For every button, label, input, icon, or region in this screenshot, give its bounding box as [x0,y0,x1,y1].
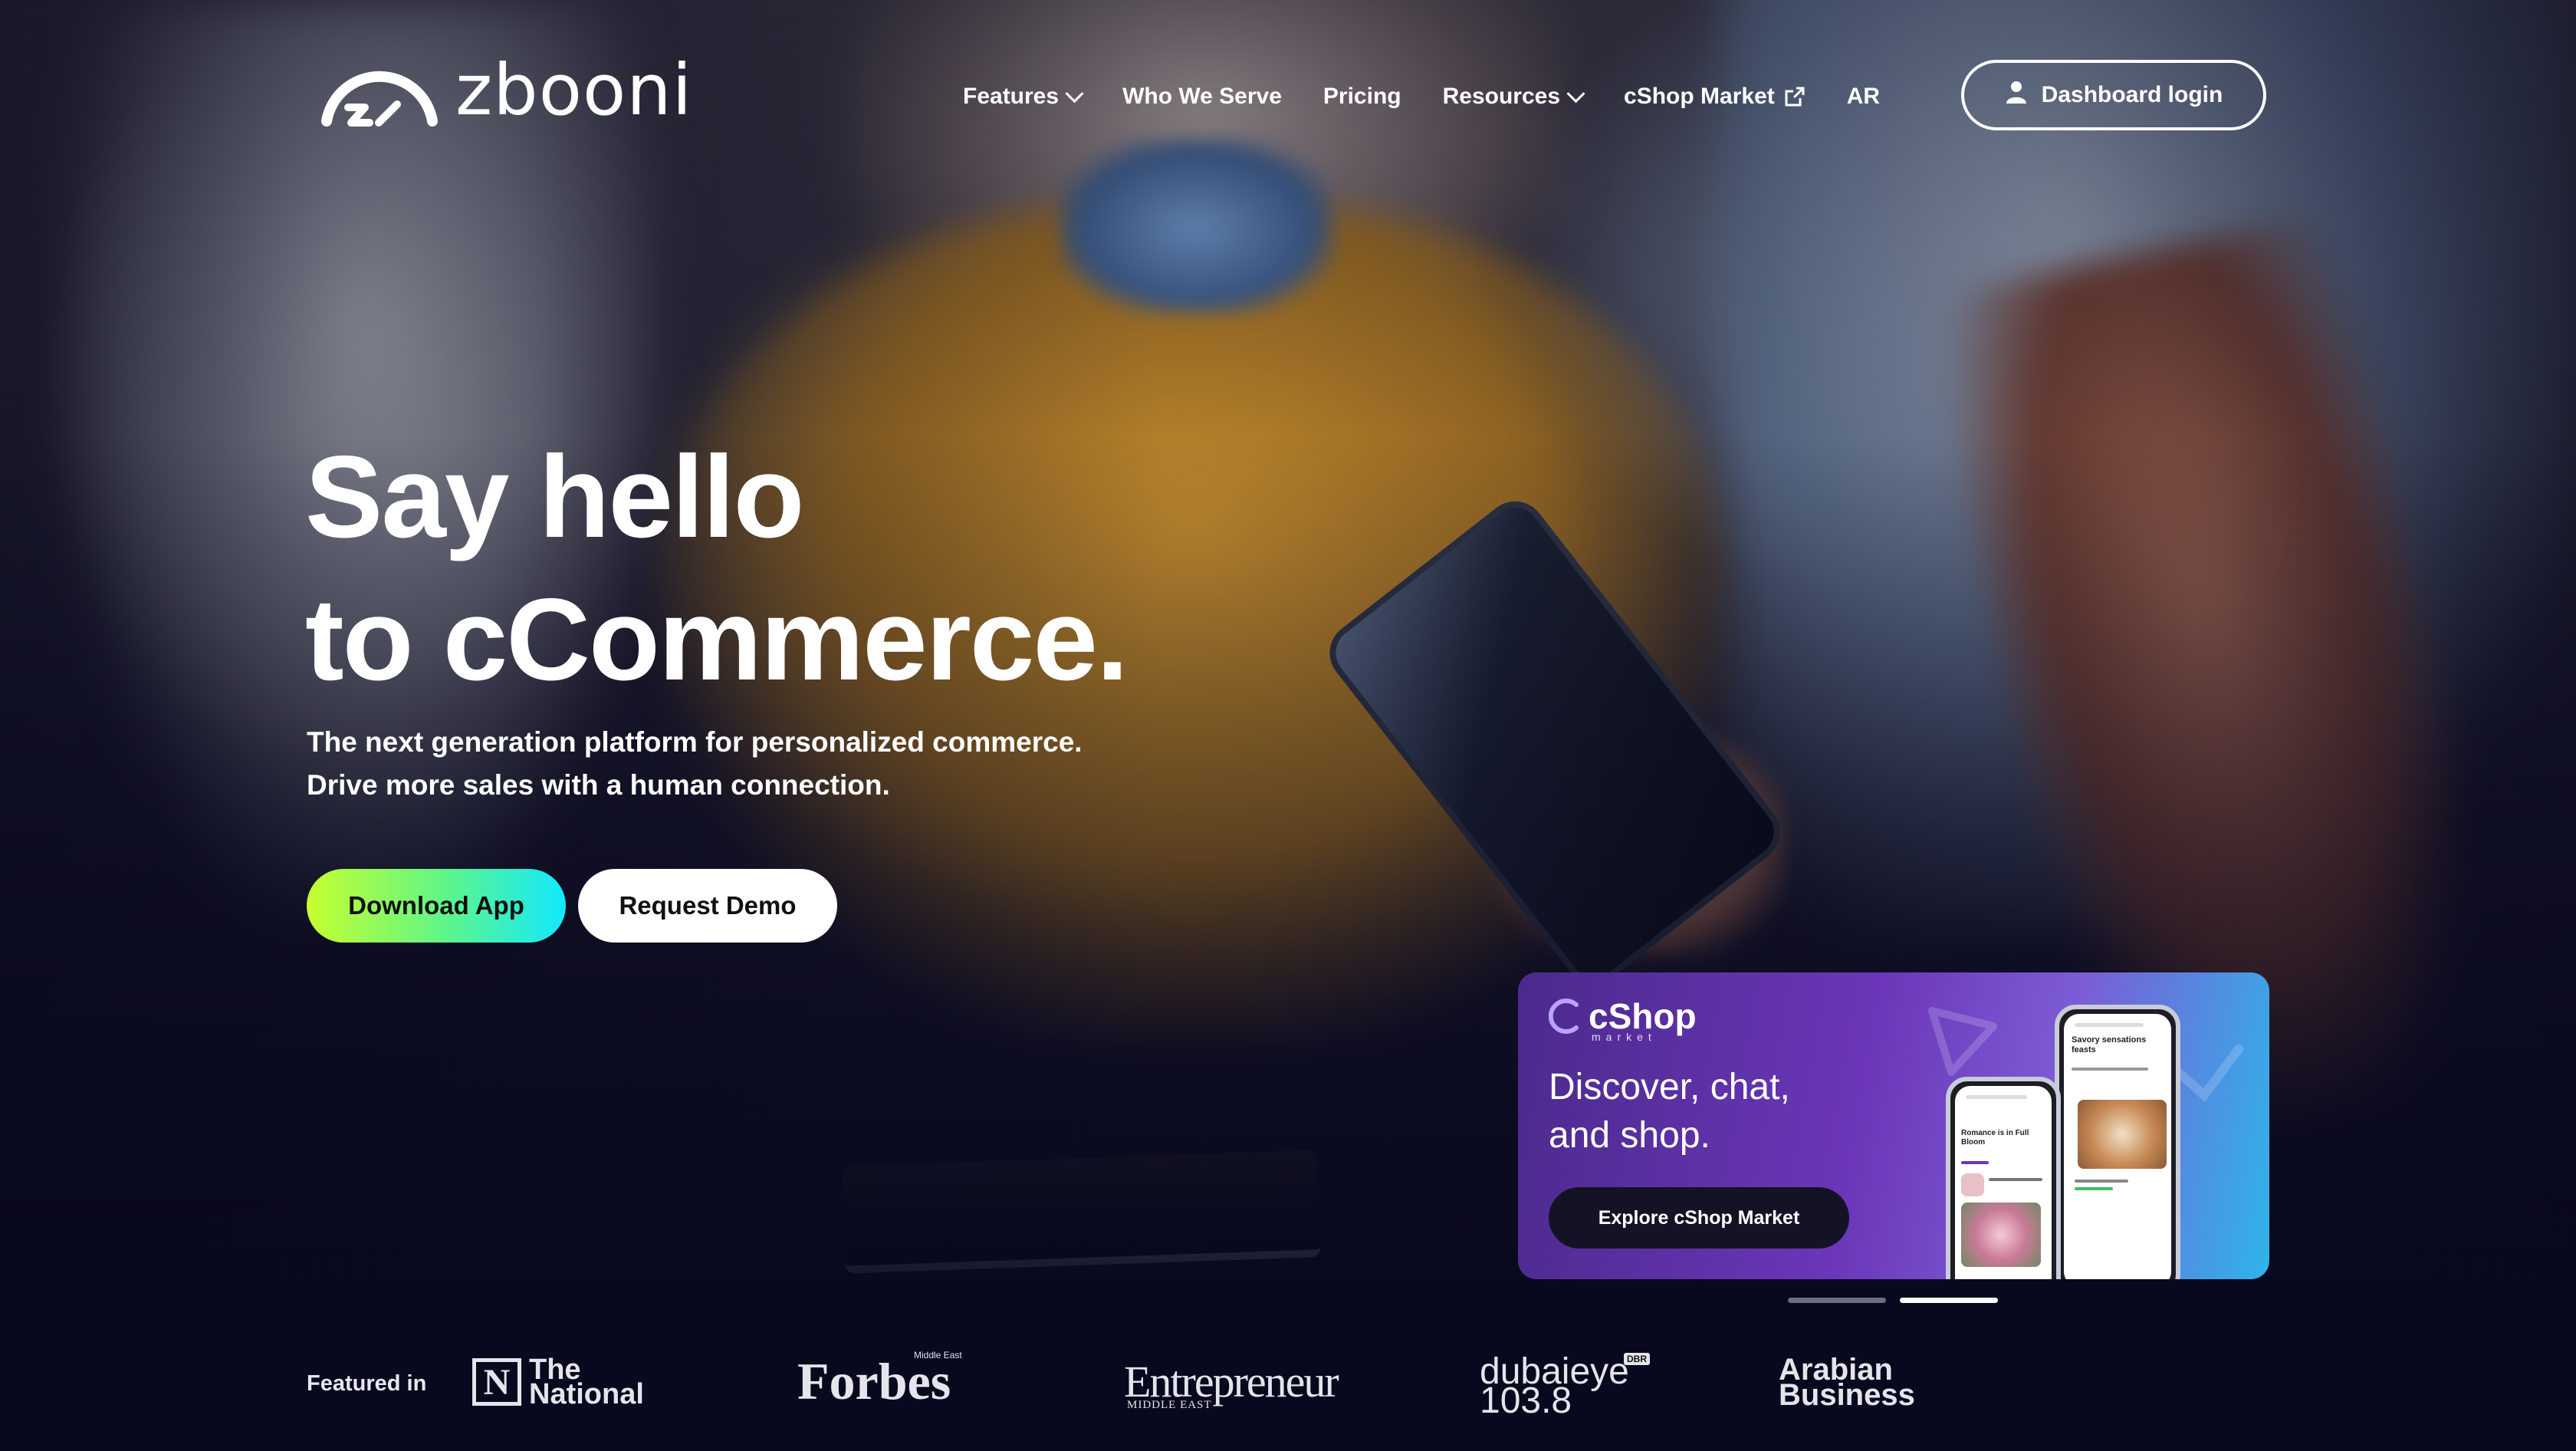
cshop-market-banner[interactable]: cShop market Discover, chat, and shop. E… [1518,972,2269,1279]
banner-headline-line2: and shop. [1549,1115,1710,1156]
cshop-logo-sub: market [1592,1031,1657,1043]
hero-title: Say hello to cCommerce. [305,426,1129,711]
download-app-button[interactable]: Download App [307,869,566,943]
the-national-logo: N The National [472,1355,644,1410]
brand-logo[interactable]: zbooni [317,54,692,127]
nav-pricing-label: Pricing [1322,84,1401,109]
phone-back-line [2075,1180,2128,1183]
phone-front-heading: Romance is in Full Bloom [1961,1129,2029,1147]
hero-subtitle-line2: Drive more sales with a human connection… [307,769,890,801]
nav-who-we-serve[interactable]: Who We Serve [1122,84,1282,110]
explore-cshop-button[interactable]: Explore cShop Market [1549,1187,1849,1249]
phone-front-url-bar [1966,1095,2027,1099]
cshop-logo-text: cShop [1589,996,1697,1036]
banner-phone-back: Savory sensations feasts [2055,1005,2180,1279]
phone-back-url-bar [2075,1023,2144,1027]
nav-pricing[interactable]: Pricing [1323,84,1401,110]
cshop-logo: cShop market [1549,996,1697,1043]
phone-front-link [1961,1161,1989,1164]
nav-features-label: Features [963,84,1060,109]
nav-language-label: AR [1846,84,1881,109]
phone-front-thumb [1961,1173,1984,1196]
nav-language-ar[interactable]: AR [1847,84,1880,110]
dubai-eye-badge: DBR [1624,1353,1650,1365]
hero-subtitle-line1: The next generation platform for persona… [307,726,1083,758]
hero-title-line1: Say hello [305,432,804,562]
featured-in-label: Featured in [307,1371,427,1396]
hero-title-line2: to cCommerce. [305,574,1129,705]
forbes-wordmark: Forbes [797,1352,951,1410]
nav-resources[interactable]: Resources [1442,84,1585,110]
phone-front-flowers-image [1961,1203,2041,1267]
request-demo-button[interactable]: Request Demo [578,869,837,943]
chevron-down-icon [1566,84,1585,103]
nav-who-we-serve-label: Who We Serve [1122,84,1282,109]
dashboard-login-button[interactable]: Dashboard login [1961,60,2266,130]
cshop-c-icon [1549,999,1579,1034]
nav-features[interactable]: Features [963,84,1084,110]
chevron-down-icon [1065,84,1084,103]
nav-cshop-market[interactable]: cShop Market [1624,84,1806,110]
the-national-wordmark: The National [529,1355,644,1410]
the-national-mark: N [472,1358,521,1406]
external-link-icon [1784,86,1806,107]
phone-back-food-image [2078,1100,2167,1169]
slider-indicator-2[interactable] [1900,1298,1998,1303]
triangle-deco-icon [1928,1007,1997,1076]
phone-back-line [2072,1068,2148,1071]
zbooni-speedometer-icon [317,54,442,127]
nav-resources-label: Resources [1442,84,1561,109]
entrepreneur-logo: Entrepreneur MIDDLE EAST [1124,1356,1339,1411]
phone-back-heading: Savory sensations feasts [2072,1035,2147,1055]
user-icon [2005,80,2028,110]
main-nav: Features Who We Serve Pricing Resources … [963,77,1921,117]
site-header: zbooni Features Who We Serve Pricing Res… [0,0,2576,192]
dubai-eye-logo: dubaieye 103.8 DBR [1480,1353,1650,1420]
hero-subtitle: The next generation platform for persona… [307,721,1083,807]
phone-front-line [1989,1178,2042,1181]
banner-headline: Discover, chat, and shop. [1549,1063,1790,1160]
slider-indicator-1[interactable] [1788,1298,1886,1303]
dashboard-login-label: Dashboard login [2041,82,2223,107]
banner-phone-front-screen: Romance is in Full Bloom [1955,1086,2052,1279]
nav-cshop-market-label: cShop Market [1624,84,1775,109]
banner-phone-front: Romance is in Full Bloom [1946,1077,2061,1279]
forbes-logo: Forbes Middle East [797,1350,962,1412]
forbes-subtitle: Middle East [914,1350,962,1361]
brand-name: zbooni [455,49,693,131]
the-national-line2: National [529,1378,644,1410]
banner-phone-back-screen: Savory sensations feasts [2064,1014,2171,1279]
arabian-business-logo: Arabian Business [1779,1354,1915,1412]
entrepreneur-subtitle: MIDDLE EAST [1127,1399,1212,1411]
phone-back-price [2075,1187,2113,1190]
arabian-business-line2: Business [1779,1378,1915,1412]
banner-headline-line1: Discover, chat, [1549,1067,1790,1107]
